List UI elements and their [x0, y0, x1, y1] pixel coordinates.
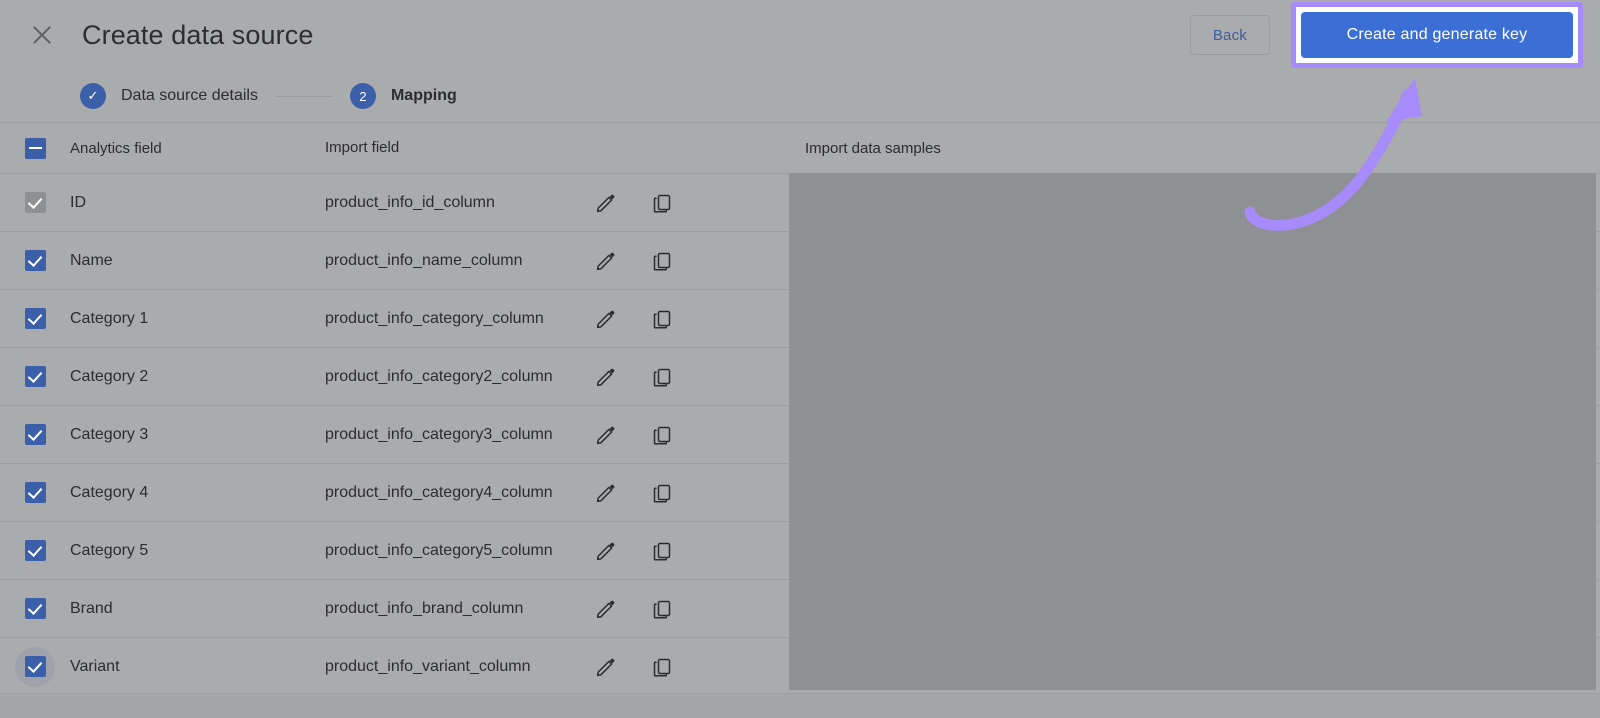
row-checkbox[interactable]: [24, 540, 46, 561]
row-actions: [575, 654, 715, 680]
edit-pencil-icon[interactable]: [593, 596, 619, 622]
copy-icon[interactable]: [649, 306, 675, 332]
edit-pencil-icon[interactable]: [593, 248, 619, 274]
copy-icon[interactable]: [649, 480, 675, 506]
row-checkbox-cell: [0, 366, 70, 387]
wizard-stepper: ✓ Data source details 2 Mapping: [0, 70, 1600, 122]
row-checkbox[interactable]: [24, 482, 46, 503]
analytics-field-value: Category 2: [70, 367, 149, 385]
copy-icon[interactable]: [649, 422, 675, 448]
analytics-field-value: Name: [70, 251, 113, 269]
import-field-value: product_info_name_column: [325, 251, 523, 269]
analytics-field-value: Category 1: [70, 309, 149, 327]
row-checkbox-cell: [0, 424, 70, 445]
edit-pencil-icon[interactable]: [593, 538, 619, 564]
stepper-step-label: Mapping: [390, 87, 457, 104]
row-checkbox-cell: [0, 646, 70, 687]
table-header-row: Analytics field Import field Import data…: [0, 123, 1600, 173]
row-actions: [575, 422, 715, 448]
copy-icon[interactable]: [649, 538, 675, 564]
import-field-value: product_info_category5_column: [325, 541, 553, 559]
copy-icon[interactable]: [649, 596, 675, 622]
analytics-field-value: Category 3: [70, 425, 149, 443]
row-checkbox[interactable]: [24, 308, 46, 329]
analytics-field-value: Category 4: [70, 483, 149, 501]
import-field-value: product_info_id_column: [325, 193, 495, 211]
column-header-analytics-field: Analytics field: [70, 139, 162, 157]
copy-icon[interactable]: [649, 654, 675, 680]
stepper-step-label: Data source details: [121, 87, 258, 104]
page-title: Create data source: [82, 19, 314, 50]
row-actions: [575, 480, 715, 506]
row-checkbox-cell: [0, 308, 70, 329]
edit-pencil-icon[interactable]: [593, 480, 619, 506]
analytics-field-value: ID: [70, 193, 86, 211]
analytics-field-value: Brand: [70, 599, 113, 617]
row-checkbox-cell: [0, 598, 70, 619]
row-checkbox-cell: [0, 250, 70, 271]
column-header-import-field: Import field: [325, 138, 400, 156]
edit-pencil-icon[interactable]: [593, 306, 619, 332]
row-checkbox-cell: [0, 192, 70, 213]
row-checkbox: [24, 192, 46, 213]
back-button[interactable]: Back: [1189, 15, 1270, 55]
step-number-badge: 2: [349, 83, 376, 109]
copy-icon[interactable]: [649, 364, 675, 390]
dialog-footer: [0, 694, 1600, 718]
edit-pencil-icon[interactable]: [593, 364, 619, 390]
row-actions: [575, 306, 715, 332]
row-actions: [575, 248, 715, 274]
import-field-value: product_info_category3_column: [325, 425, 553, 443]
analytics-field-value: Category 5: [70, 541, 149, 559]
cta-highlight-frame: Create and generate key: [1291, 2, 1583, 68]
import-field-value: product_info_variant_column: [325, 657, 531, 675]
import-field-value: product_info_brand_column: [325, 599, 524, 617]
import-data-samples-panel: [789, 173, 1596, 690]
import-field-value: product_info_category4_column: [325, 483, 553, 501]
row-checkbox[interactable]: [24, 656, 46, 677]
edit-pencil-icon[interactable]: [593, 654, 619, 680]
stepper-connector: [275, 95, 332, 97]
import-field-value: product_info_category2_column: [325, 367, 553, 385]
row-checkbox-cell: [0, 540, 70, 561]
analytics-field-value: Variant: [70, 657, 120, 675]
row-checkbox-cell: [0, 482, 70, 503]
row-actions: [575, 190, 715, 216]
edit-pencil-icon[interactable]: [593, 190, 619, 216]
select-all-checkbox[interactable]: [24, 137, 46, 159]
row-checkbox[interactable]: [24, 250, 46, 271]
row-checkbox[interactable]: [24, 598, 46, 619]
row-actions: [575, 538, 715, 564]
edit-pencil-icon[interactable]: [593, 422, 619, 448]
row-actions: [575, 364, 715, 390]
row-actions: [575, 596, 715, 622]
dialog-header: Create data source Back Create and gener…: [0, 0, 1600, 70]
row-checkbox[interactable]: [24, 366, 46, 387]
column-header-import-data-samples: Import data samples: [805, 139, 941, 157]
stepper-step-data-source-details[interactable]: ✓ Data source details: [80, 83, 258, 109]
step-check-icon: ✓: [80, 83, 106, 109]
create-and-generate-key-button[interactable]: Create and generate key: [1301, 12, 1573, 58]
copy-icon[interactable]: [649, 190, 675, 216]
row-checkbox[interactable]: [24, 424, 46, 445]
close-icon[interactable]: [18, 11, 66, 59]
stepper-step-mapping[interactable]: 2 Mapping: [349, 83, 457, 109]
select-all-cell: [0, 137, 70, 159]
copy-icon[interactable]: [649, 248, 675, 274]
import-field-value: product_info_category_column: [325, 309, 544, 327]
create-data-source-dialog: Create data source Back Create and gener…: [0, 0, 1600, 718]
